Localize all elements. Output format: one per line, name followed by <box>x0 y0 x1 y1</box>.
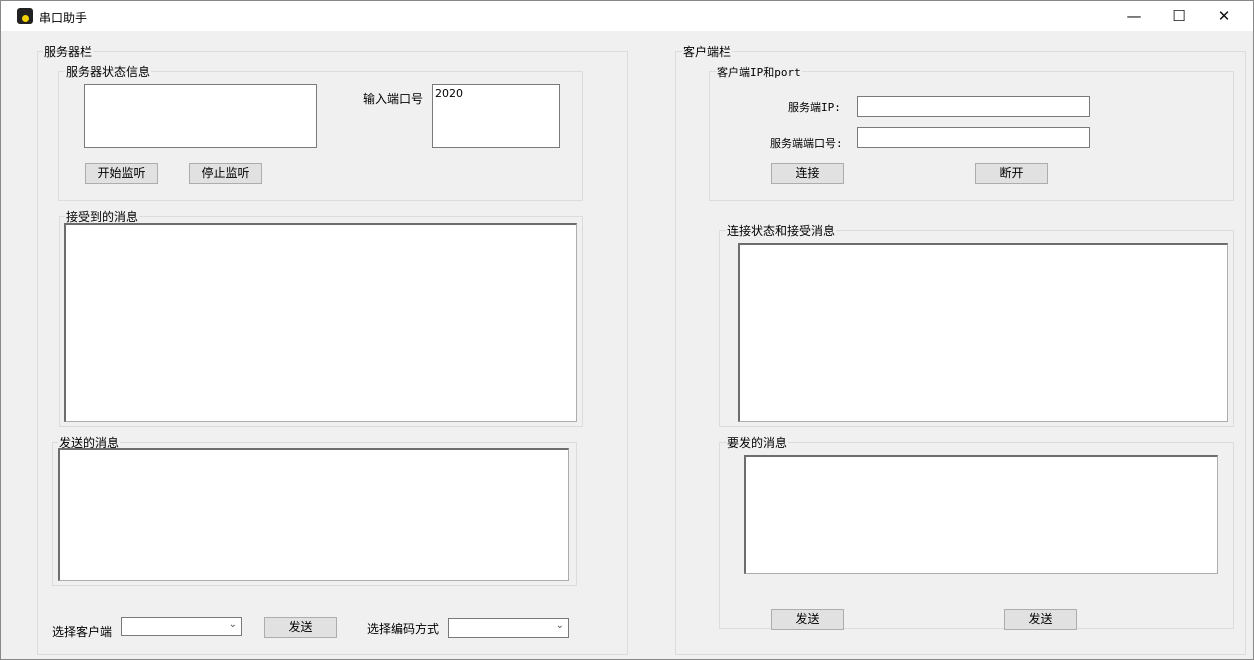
client-select[interactable]: ⌄ <box>121 617 242 636</box>
server-port-label: 服务端端口号: <box>770 137 843 150</box>
chevron-down-icon: ⌄ <box>555 620 564 631</box>
encoding-select[interactable]: ⌄ <box>448 618 569 638</box>
start-listen-button[interactable]: 开始监听 <box>85 163 158 184</box>
server-ip-input[interactable] <box>857 96 1090 117</box>
server-status-group-label: 服务器状态信息 <box>65 63 152 80</box>
client-send-button-2[interactable]: 发送 <box>1004 609 1077 630</box>
server-send-button[interactable]: 发送 <box>264 617 337 638</box>
server-port-input[interactable] <box>857 127 1090 148</box>
client-send-textarea[interactable] <box>744 455 1218 574</box>
close-button[interactable]: ✕ <box>1201 1 1247 31</box>
encoding-label: 选择编码方式 <box>367 622 440 636</box>
client-conn-group-label: 客户端IP和port <box>716 64 802 80</box>
server-ip-label: 服务端IP: <box>788 101 841 114</box>
window-title: 串口助手 <box>39 11 88 25</box>
client-status-textarea[interactable] <box>738 243 1228 422</box>
main-window: 串口助手 — ☐ ✕ 服务器栏 服务器状态信息 输入端口号 2020 开始监听 … <box>0 0 1254 660</box>
sent-messages-textarea[interactable] <box>58 448 569 581</box>
client-group-label: 客户端栏 <box>682 43 733 60</box>
received-messages-textarea[interactable] <box>64 223 577 422</box>
client-send-group-label: 要发的消息 <box>726 434 789 451</box>
port-label: 输入端口号 <box>363 92 424 106</box>
connect-button[interactable]: 连接 <box>771 163 844 184</box>
client-send-button-1[interactable]: 发送 <box>771 609 844 630</box>
port-input[interactable]: 2020 <box>432 84 560 148</box>
stop-listen-button[interactable]: 停止监听 <box>189 163 262 184</box>
maximize-button[interactable]: ☐ <box>1156 1 1202 31</box>
minimize-button[interactable]: — <box>1111 1 1157 31</box>
server-status-textbox[interactable] <box>84 84 317 148</box>
app-icon <box>17 8 33 24</box>
client-select-label: 选择客户端 <box>52 625 113 639</box>
chevron-down-icon: ⌄ <box>228 619 237 630</box>
server-group-label: 服务器栏 <box>43 43 94 60</box>
client-status-group-label: 连接状态和接受消息 <box>726 222 837 239</box>
title-bar: 串口助手 — ☐ ✕ <box>1 1 1253 31</box>
disconnect-button[interactable]: 断开 <box>975 163 1048 184</box>
